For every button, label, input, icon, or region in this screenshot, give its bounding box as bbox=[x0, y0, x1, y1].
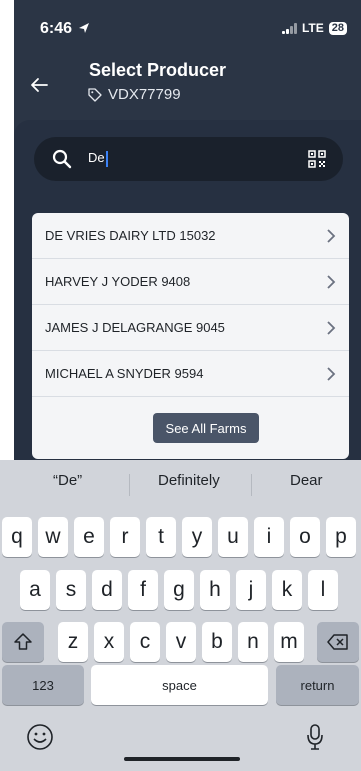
status-bar: 6:46 LTE 28 bbox=[14, 0, 361, 50]
key-i[interactable]: i bbox=[254, 517, 284, 557]
key-w[interactable]: w bbox=[38, 517, 68, 557]
chevron-right-icon bbox=[327, 321, 336, 335]
key-p[interactable]: p bbox=[326, 517, 356, 557]
key-x[interactable]: x bbox=[94, 622, 124, 662]
subtitle-text: VDX77799 bbox=[108, 86, 181, 103]
header: Select Producer VDX77799 bbox=[14, 50, 361, 120]
list-item-label: DE VRIES DAIRY LTD 15032 bbox=[45, 228, 216, 243]
list-item[interactable]: JAMES J DELAGRANGE 9045 bbox=[32, 305, 349, 351]
delete-key[interactable] bbox=[317, 622, 359, 662]
emoji-icon[interactable] bbox=[26, 723, 54, 751]
key-v[interactable]: v bbox=[166, 622, 196, 662]
suggestion-divider bbox=[129, 474, 130, 496]
suggestion-item[interactable]: Definitely bbox=[158, 472, 220, 489]
list-item-label: HARVEY J YODER 9408 bbox=[45, 274, 191, 289]
page-title: Select Producer bbox=[89, 60, 227, 80]
shift-icon bbox=[14, 633, 32, 650]
key-e[interactable]: e bbox=[74, 517, 104, 557]
key-k[interactable]: k bbox=[272, 570, 302, 610]
key-m[interactable]: m bbox=[274, 622, 304, 662]
list-item-label: JAMES J DELAGRANGE 9045 bbox=[45, 320, 225, 335]
suggestion-divider bbox=[251, 474, 252, 496]
location-arrow-icon bbox=[79, 23, 90, 33]
key-g[interactable]: g bbox=[164, 570, 194, 610]
text-cursor bbox=[105, 150, 108, 167]
chevron-right-icon bbox=[327, 367, 336, 381]
key-z[interactable]: z bbox=[58, 622, 88, 662]
key-j[interactable]: j bbox=[236, 570, 266, 610]
list-item[interactable]: HARVEY J YODER 9408 bbox=[32, 259, 349, 305]
key-n[interactable]: n bbox=[238, 622, 268, 662]
key-h[interactable]: h bbox=[200, 570, 230, 610]
key-u[interactable]: u bbox=[218, 517, 248, 557]
key-q[interactable]: q bbox=[2, 517, 32, 557]
microphone-icon[interactable] bbox=[305, 723, 325, 751]
subtitle: VDX77799 bbox=[88, 86, 181, 103]
search-input[interactable]: De bbox=[88, 150, 108, 167]
see-all-farms-button[interactable]: See All Farms bbox=[153, 413, 259, 443]
arrow-left-icon bbox=[31, 78, 48, 92]
key-t[interactable]: t bbox=[146, 517, 176, 557]
tag-icon bbox=[88, 87, 102, 102]
key-s[interactable]: s bbox=[56, 570, 86, 610]
search-input-value: De bbox=[88, 150, 105, 165]
list-item[interactable]: DE VRIES DAIRY LTD 15032 bbox=[32, 213, 349, 259]
return-key[interactable]: return bbox=[276, 665, 359, 705]
key-o[interactable]: o bbox=[290, 517, 320, 557]
shift-key[interactable] bbox=[2, 622, 44, 662]
status-time: 6:46 bbox=[40, 20, 90, 38]
numbers-key[interactable]: 123 bbox=[2, 665, 84, 705]
chevron-right-icon bbox=[327, 275, 336, 289]
key-a[interactable]: a bbox=[20, 570, 50, 610]
keyboard: “De” Definitely Dear q w e r t y u i o p… bbox=[0, 460, 361, 771]
space-key[interactable]: space bbox=[91, 665, 268, 705]
list-item[interactable]: MICHAEL A SNYDER 9594 bbox=[32, 351, 349, 397]
key-r[interactable]: r bbox=[110, 517, 140, 557]
chevron-right-icon bbox=[327, 229, 336, 243]
signal-icon bbox=[282, 22, 297, 34]
key-y[interactable]: y bbox=[182, 517, 212, 557]
key-b[interactable]: b bbox=[202, 622, 232, 662]
list-item-label: MICHAEL A SNYDER 9594 bbox=[45, 366, 204, 381]
key-f[interactable]: f bbox=[128, 570, 158, 610]
suggestion-bar: “De” Definitely Dear bbox=[0, 460, 361, 504]
status-indicators: LTE 28 bbox=[282, 21, 347, 35]
search-bar[interactable]: De bbox=[34, 137, 343, 181]
key-c[interactable]: c bbox=[130, 622, 160, 662]
producer-list: DE VRIES DAIRY LTD 15032 HARVEY J YODER … bbox=[32, 213, 349, 459]
home-indicator[interactable] bbox=[124, 757, 240, 761]
network-label: LTE bbox=[301, 21, 324, 35]
backspace-icon bbox=[327, 634, 348, 650]
suggestion-item[interactable]: Dear bbox=[290, 472, 323, 489]
search-icon bbox=[52, 149, 72, 169]
key-d[interactable]: d bbox=[92, 570, 122, 610]
key-l[interactable]: l bbox=[308, 570, 338, 610]
suggestion-item[interactable]: “De” bbox=[53, 472, 82, 489]
status-time-text: 6:46 bbox=[40, 20, 73, 37]
qr-code-icon[interactable] bbox=[307, 149, 327, 169]
back-button[interactable] bbox=[24, 70, 54, 100]
battery-icon: 28 bbox=[328, 21, 347, 35]
